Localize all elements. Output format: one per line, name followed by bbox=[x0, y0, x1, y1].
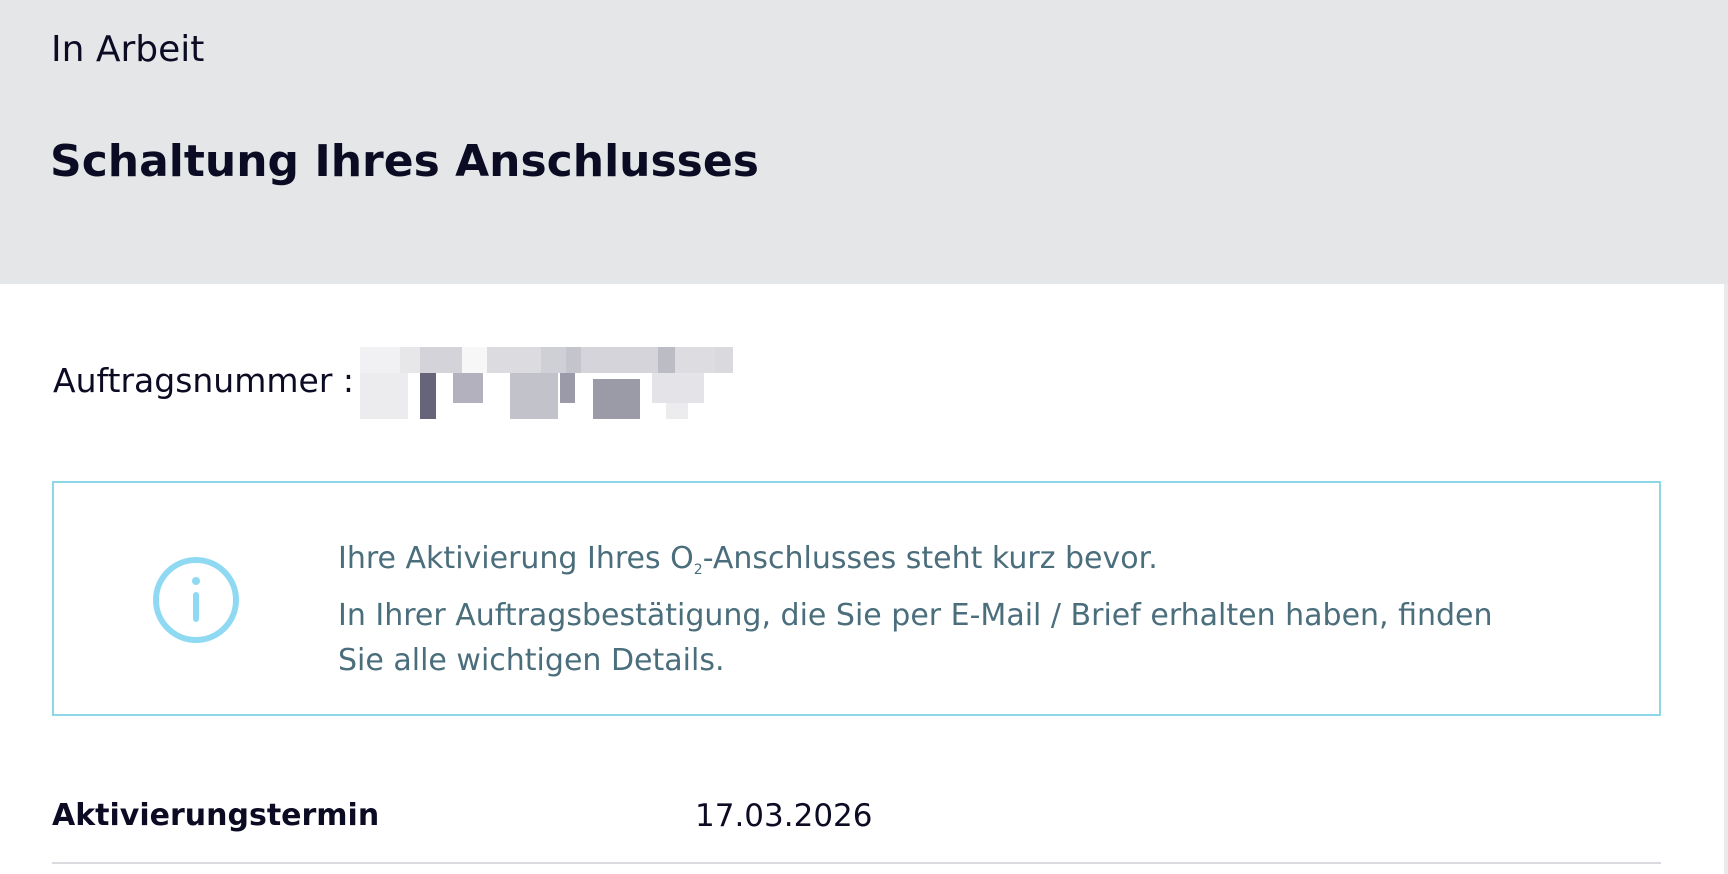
activation-date-label: Aktivierungstermin bbox=[52, 798, 380, 833]
info-message-line2: In Ihrer Auftragsbestätigung, die Sie pe… bbox=[338, 598, 1493, 678]
order-number-row: Auftragsnummer : bbox=[53, 345, 733, 419]
status-label: In Arbeit bbox=[51, 29, 205, 70]
info-icon bbox=[153, 557, 239, 643]
order-status-card: In Arbeit Schaltung Ihres Anschlusses Au… bbox=[0, 0, 1728, 874]
activation-date-row: Aktivierungstermin 17.03.2026 bbox=[52, 788, 1661, 864]
info-message-line1: Ihre Aktivierung Ihres O2-Anschlusses st… bbox=[338, 541, 1158, 578]
order-number-label: Auftragsnummer : bbox=[53, 361, 354, 400]
order-number-redacted bbox=[360, 347, 733, 419]
activation-date-value: 17.03.2026 bbox=[695, 798, 873, 834]
status-header: In Arbeit Schaltung Ihres Anschlusses bbox=[0, 0, 1728, 284]
info-message: Ihre Aktivierung Ihres O2-Anschlusses st… bbox=[338, 536, 1538, 683]
info-notice: Ihre Aktivierung Ihres O2-Anschlusses st… bbox=[52, 481, 1661, 716]
page-title: Schaltung Ihres Anschlusses bbox=[50, 136, 759, 187]
page-edge bbox=[1724, 284, 1728, 874]
